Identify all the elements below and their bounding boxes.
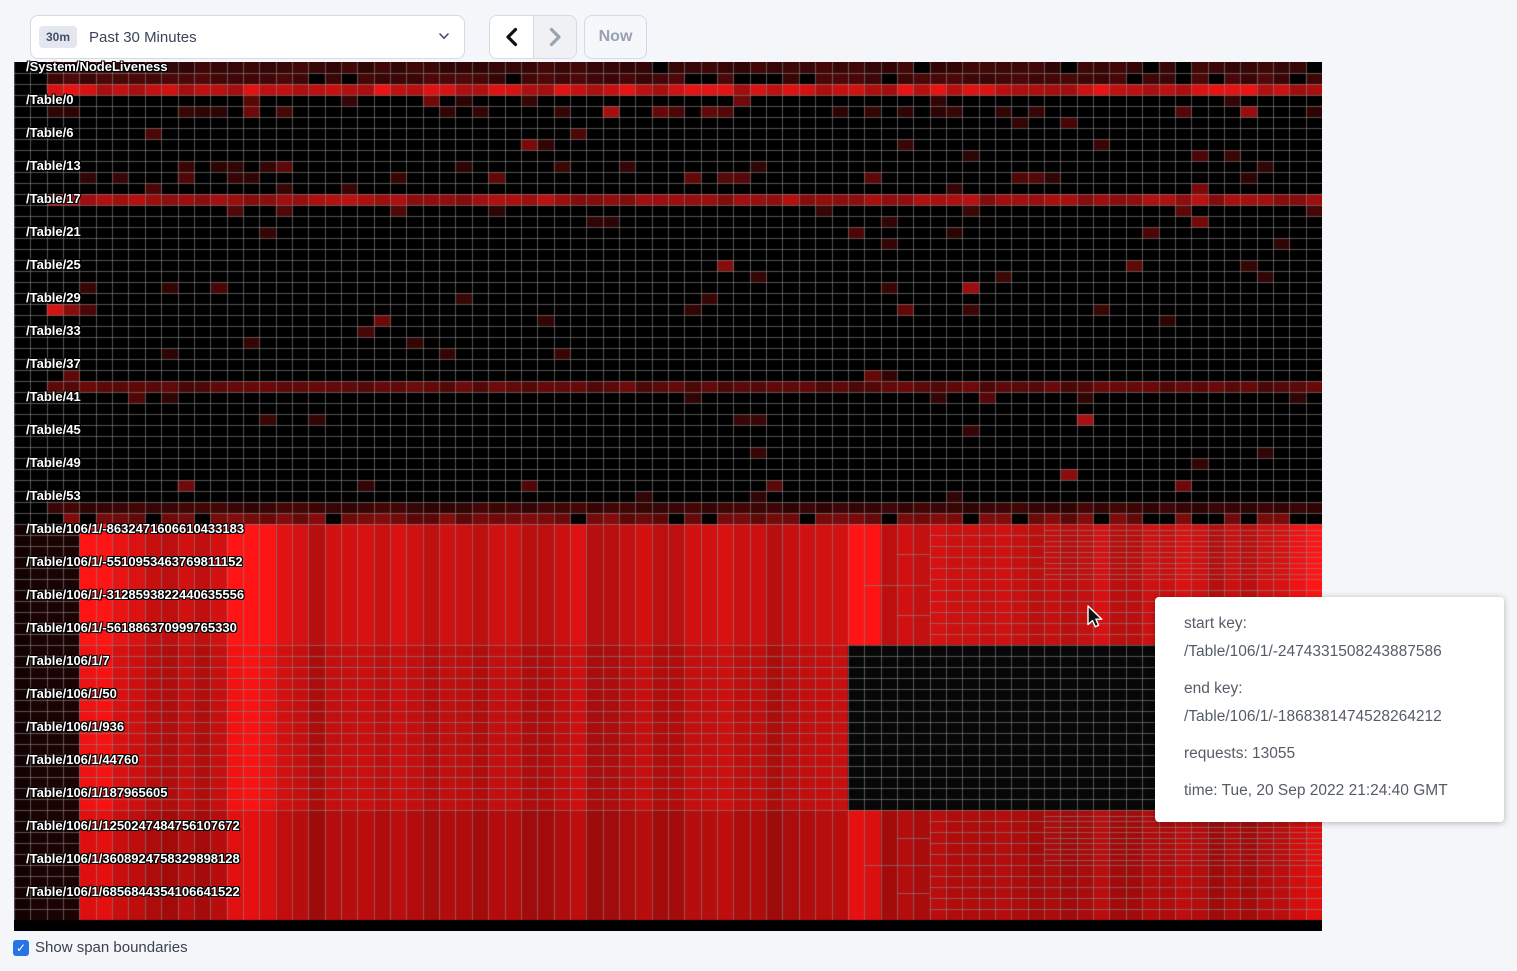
time-nav-group <box>489 15 577 59</box>
time-range-badge: 30m <box>39 26 77 48</box>
show-span-boundaries-label: Show span boundaries <box>35 939 188 956</box>
toolbar: 30m Past 30 Minutes Now <box>0 0 1517 62</box>
tooltip-requests: requests: 13055 <box>1184 740 1488 768</box>
chevron-left-icon <box>504 27 519 47</box>
time-range-select[interactable]: 30m Past 30 Minutes <box>30 15 465 59</box>
heatmap-canvas[interactable] <box>14 62 1322 931</box>
tooltip-end-key: end key: /Table/106/1/-18683814745282642… <box>1184 675 1488 731</box>
time-range-label: Past 30 Minutes <box>89 29 197 46</box>
chevron-down-icon <box>438 30 450 42</box>
now-button[interactable]: Now <box>584 15 647 59</box>
chevron-right-icon <box>548 27 563 47</box>
show-span-boundaries-checkbox[interactable]: ✓ <box>13 940 29 956</box>
footer: ✓ Show span boundaries <box>13 939 188 956</box>
tooltip-start-key: start key: /Table/106/1/-247433150824388… <box>1184 610 1488 666</box>
key-visualizer[interactable]: /System/NodeLiveness/Table/0/Table/6/Tab… <box>14 62 1322 931</box>
cell-tooltip: start key: /Table/106/1/-247433150824388… <box>1155 597 1504 822</box>
forward-button[interactable] <box>533 16 576 58</box>
check-icon: ✓ <box>16 941 26 955</box>
back-button[interactable] <box>490 16 533 58</box>
tooltip-time: time: Tue, 20 Sep 2022 21:24:40 GMT <box>1184 777 1488 805</box>
